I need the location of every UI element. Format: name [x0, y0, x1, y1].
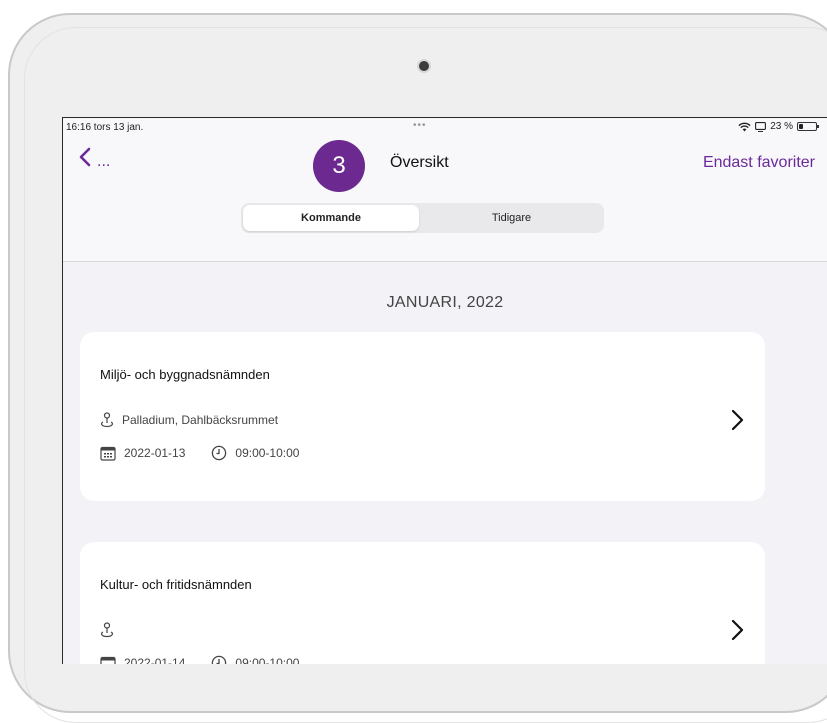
chevron-right-icon[interactable] [727, 408, 747, 432]
chevron-left-icon [79, 147, 91, 172]
battery-percent: 23 % [770, 121, 793, 132]
back-label: ... [97, 152, 111, 170]
battery-fill [799, 124, 803, 129]
meeting-date: 2022-01-14 [124, 656, 186, 664]
battery-icon [797, 122, 819, 131]
meeting-time: 09:00-10:00 [235, 656, 300, 664]
segmented-control: Kommande Tidigare [241, 203, 604, 233]
screen-mirroring-icon [755, 121, 767, 132]
meeting-time: 09:00-10:00 [235, 446, 300, 460]
favorites-only-button[interactable]: Endast favoriter [703, 154, 815, 172]
clock-icon [212, 445, 227, 461]
location-text: Palladium, Dahlbäcksrummet [122, 413, 279, 427]
status-right: 23 % [738, 121, 819, 132]
multitasking-dots[interactable]: ••• [413, 120, 427, 131]
status-time: 16:16 tors 13 jan. [66, 122, 144, 133]
navigation-bar: ... 3 Översikt Endast favoriter [63, 140, 827, 192]
back-button[interactable]: ... [79, 147, 110, 172]
page-title: Översikt [390, 154, 449, 171]
status-bar: 16:16 tors 13 jan. ••• 23 % [63, 118, 827, 138]
meeting-datetime: 2022-01-13 09:00-10:00 [100, 445, 299, 461]
meeting-location: Palladium, Dahlbäcksrummet [100, 412, 278, 428]
meeting-date: 2022-01-13 [124, 446, 186, 460]
meeting-location [100, 622, 122, 638]
meeting-datetime: 2022-01-14 09:00-10:00 [100, 655, 299, 664]
month-header: JANUARI, 2022 [386, 294, 504, 311]
meeting-name: Miljö- och byggnadsnämnden [100, 367, 270, 382]
tab-past[interactable]: Tidigare [421, 205, 602, 231]
calendar-icon [100, 656, 116, 664]
meeting-card[interactable]: Kultur- och fritidsnämnden 2022-01-14 09… [80, 542, 765, 664]
chevron-right-icon[interactable] [727, 618, 747, 642]
pin-icon [100, 622, 114, 638]
calendar-icon [100, 446, 116, 461]
camera-icon [419, 61, 429, 71]
meeting-card[interactable]: Miljö- och byggnadsnämnden Palladium, Da… [80, 332, 765, 501]
meeting-name: Kultur- och fritidsnämnden [100, 577, 252, 592]
clock-icon [212, 655, 227, 664]
step-badge: 3 [313, 140, 365, 192]
pin-icon [100, 412, 114, 428]
top-bar: 16:16 tors 13 jan. ••• 23 % ... 3 Översi… [63, 118, 827, 262]
tab-upcoming[interactable]: Kommande [243, 205, 419, 231]
app-screen: 16:16 tors 13 jan. ••• 23 % ... 3 Översi… [62, 117, 827, 664]
wifi-icon [738, 122, 751, 131]
